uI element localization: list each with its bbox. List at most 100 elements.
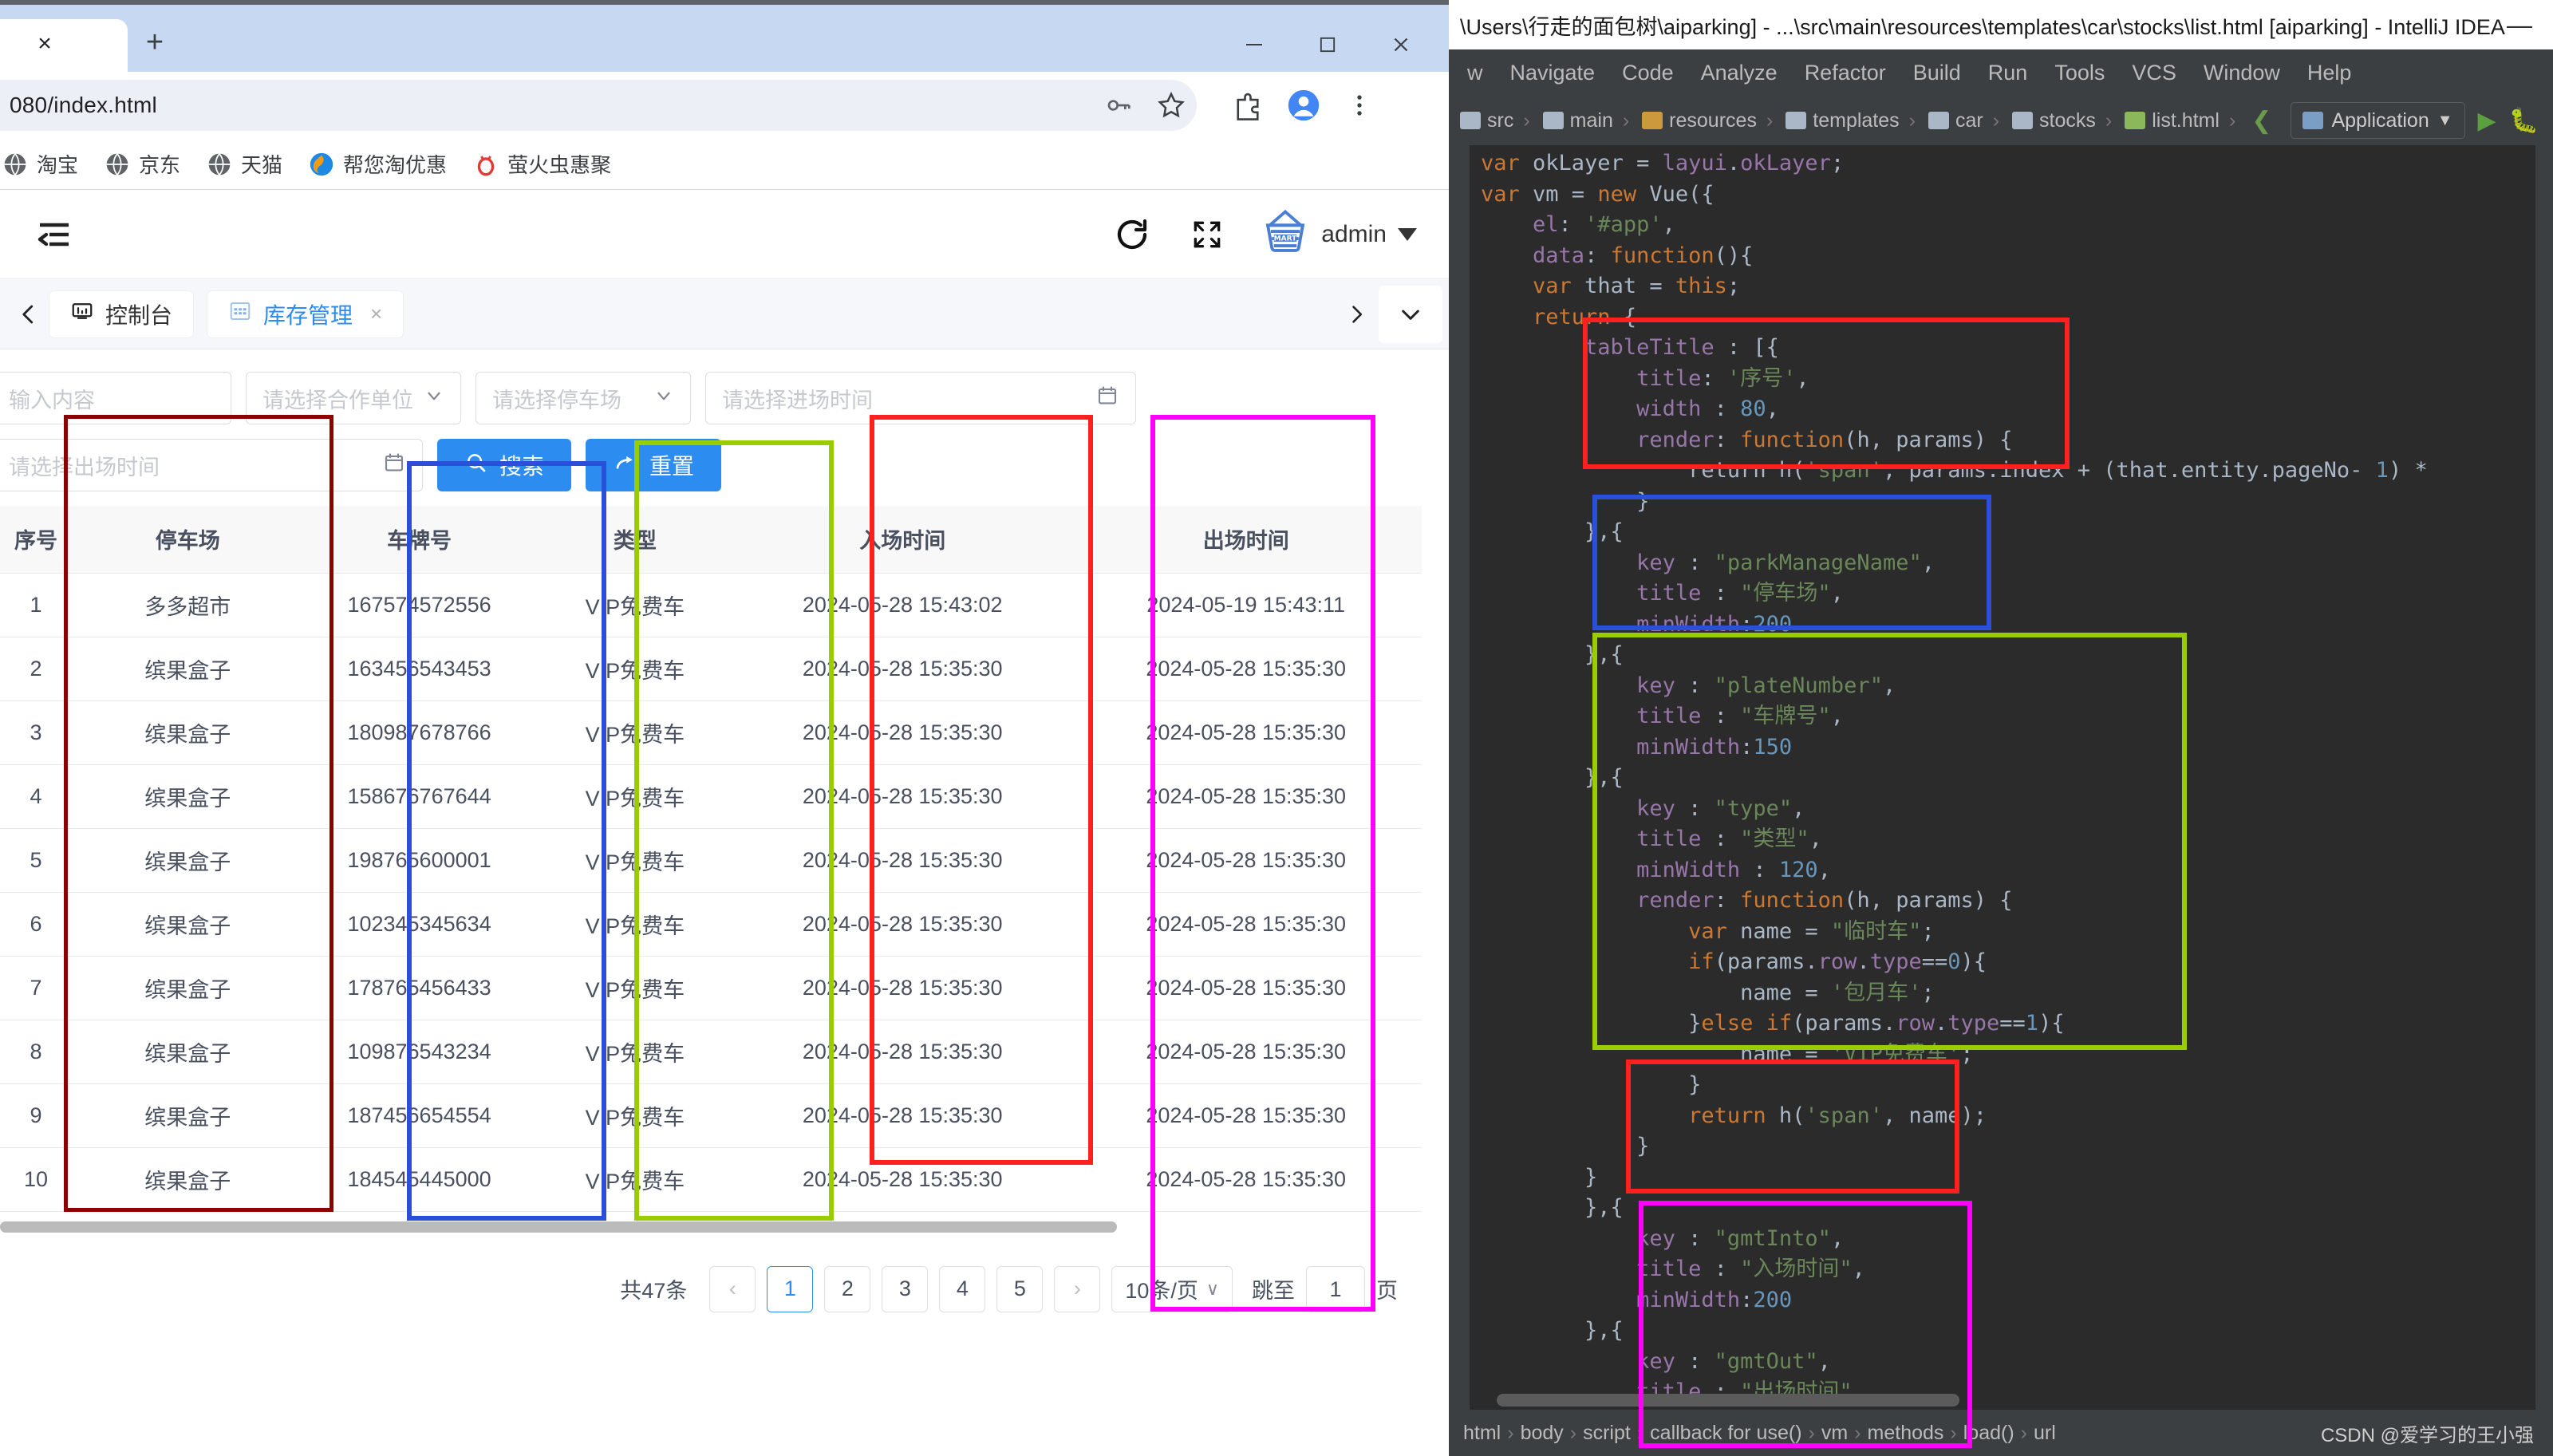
pagination-page-5[interactable]: 5: [996, 1265, 1044, 1312]
menu-item-help[interactable]: Help: [2294, 61, 2366, 85]
reset-button[interactable]: 重置: [586, 439, 722, 491]
tab-console[interactable]: 控制台: [49, 290, 194, 337]
menu-item-analyze[interactable]: Analyze: [1687, 61, 1791, 85]
breadcrumb-resources[interactable]: resources ›: [1637, 109, 1781, 132]
breadcrumb-main[interactable]: main ›: [1538, 109, 1638, 132]
table-horizontal-scrollbar[interactable]: [0, 1216, 1422, 1237]
parking-select-placeholder: 请选择停车场: [492, 388, 621, 412]
status-crumb-methods[interactable]: methods: [1861, 1422, 1951, 1445]
table-row[interactable]: 4 缤果盒子 158676767644 VIP免费车 2024-05-28 15:35:…: [0, 764, 1422, 829]
search-button[interactable]: 搜索: [437, 439, 572, 491]
pagination-page-4[interactable]: 4: [939, 1265, 986, 1312]
search-input[interactable]: 输入内容: [0, 372, 231, 424]
more-icon[interactable]: [1340, 86, 1379, 124]
tabbar-dropdown-icon[interactable]: [1379, 285, 1442, 343]
col-header-gmt-out[interactable]: 出场时间: [1070, 506, 1422, 574]
status-crumb-body[interactable]: body: [1514, 1422, 1570, 1445]
user-menu[interactable]: MART admin: [1261, 207, 1417, 262]
extensions-icon[interactable]: [1229, 86, 1267, 124]
pagination-page-1[interactable]: 1: [767, 1265, 814, 1312]
refresh-icon[interactable]: [1111, 213, 1154, 256]
editor-vertical-scrollbar[interactable]: [2535, 145, 2553, 1410]
exit-time-picker[interactable]: 请选择出场时间: [0, 439, 423, 491]
parking-select[interactable]: 请选择停车场: [475, 372, 691, 424]
breadcrumb-car[interactable]: car ›: [1924, 109, 2007, 132]
collapse-menu-icon[interactable]: [32, 212, 77, 257]
table-row[interactable]: 7 缤果盒子 178765456433 VIP免费车 2024-05-28 15:35:…: [0, 956, 1422, 1020]
tab-close-icon[interactable]: ×: [370, 302, 382, 326]
table-row[interactable]: 5 缤果盒子 198765600001 VIP免费车 2024-05-28 15:35:…: [0, 828, 1422, 893]
menu-item-code[interactable]: Code: [1608, 61, 1687, 85]
table-row[interactable]: 9 缤果盒子 187456654554 VIP免费车 2024-05-28 15:35:…: [0, 1083, 1422, 1148]
tabbar-next-icon[interactable]: [1334, 279, 1379, 349]
maximize-icon[interactable]: [1291, 22, 1364, 67]
tab-close-icon[interactable]: ×: [28, 27, 61, 61]
table-row[interactable]: 6 缤果盒子 102345345634 VIP免费车 2024-05-28 15:35:…: [0, 892, 1422, 957]
debug-icon[interactable]: 🐛: [2509, 107, 2539, 135]
breadcrumb-src[interactable]: src ›: [1455, 109, 1538, 132]
cell-parking: 缤果盒子: [72, 1083, 304, 1148]
menu-item-vcs[interactable]: VCS: [2118, 61, 2190, 85]
col-header-index[interactable]: 序号: [0, 506, 73, 574]
col-header-plate[interactable]: 车牌号: [303, 506, 535, 574]
fullscreen-icon[interactable]: [1186, 213, 1229, 256]
enter-time-picker[interactable]: 请选择进场时间: [705, 372, 1136, 424]
back-arrow-icon[interactable]: ❮: [2243, 107, 2279, 135]
code-line: minWidth : 120,: [1636, 857, 1831, 882]
col-header-gmt-into[interactable]: 入场时间: [734, 506, 1071, 574]
cell-gmt-out: 2024-05-28 15:35:30: [1070, 764, 1422, 829]
pagination-prev[interactable]: ‹: [709, 1265, 756, 1312]
page-size-select[interactable]: 10条/页 ∨: [1111, 1265, 1233, 1312]
table-row[interactable]: 3 缤果盒子 180987678766 VIP免费车 2024-05-28 15:35:…: [0, 700, 1422, 765]
scrollbar-thumb[interactable]: [0, 1221, 1117, 1233]
status-crumb-script[interactable]: script: [1576, 1422, 1637, 1445]
pagination-page-3[interactable]: 3: [882, 1265, 929, 1312]
breadcrumb-list-html[interactable]: list.html ›: [2120, 109, 2243, 132]
menu-item-tools[interactable]: Tools: [2041, 61, 2118, 85]
code-text[interactable]: var okLayer = layui.okLayer; var vm = new…: [1481, 148, 2553, 1435]
col-header-parking[interactable]: 停车场: [72, 506, 304, 574]
pagination-next[interactable]: ›: [1054, 1265, 1101, 1312]
table-row[interactable]: 1 多多超市 167574572556 VIP免费车 2024-05-28 15:43:…: [0, 573, 1422, 637]
run-button[interactable]: ▶: [2478, 107, 2496, 135]
breadcrumb-stocks[interactable]: stocks ›: [2007, 109, 2120, 132]
bookmark-tmall[interactable]: 天猫: [193, 149, 295, 179]
bookmark-youhui[interactable]: 帮您淘优惠: [295, 149, 460, 179]
table-row[interactable]: 10 缤果盒子 184545445000 VIP免费车 2024-05-28 15:35…: [0, 1147, 1422, 1212]
bookmark-taobao[interactable]: 淘宝: [0, 149, 91, 179]
browser-tab[interactable]: [0, 19, 128, 77]
bookmark-jd[interactable]: 京东: [91, 149, 193, 179]
pagination-jump-input[interactable]: 1: [1306, 1265, 1365, 1312]
partner-select[interactable]: 请选择合作单位: [246, 372, 461, 424]
status-crumb-load[interactable]: load(): [1957, 1422, 2021, 1445]
status-crumb-vm[interactable]: vm: [1815, 1422, 1854, 1445]
table-row[interactable]: 2 缤果盒子 163456543453 VIP免费车 2024-05-28 15:35:…: [0, 637, 1422, 701]
pagination-page-2[interactable]: 2: [824, 1265, 871, 1312]
close-icon[interactable]: [1364, 22, 1438, 67]
address-bar[interactable]: 080/index.html: [0, 80, 1197, 131]
tab-inventory-management[interactable]: 库存管理 ×: [207, 290, 404, 337]
tabbar-prev-icon[interactable]: [8, 279, 49, 349]
key-icon[interactable]: [1099, 86, 1138, 124]
star-icon[interactable]: [1152, 86, 1190, 124]
col-header-type[interactable]: 类型: [535, 506, 735, 574]
pagination: 共47条 ‹ 1 2 3 4 5 › 10条/页 ∨ 跳至 1 页: [0, 1237, 1422, 1312]
status-crumb-url[interactable]: url: [2027, 1422, 2062, 1445]
breadcrumb-templates[interactable]: templates ›: [1781, 109, 1924, 132]
minimize-icon[interactable]: —: [2507, 10, 2553, 40]
menu-item-window[interactable]: Window: [2190, 61, 2294, 85]
table-row[interactable]: 8 缤果盒子 109876543234 VIP免费车 2024-05-28 15:35:…: [0, 1020, 1422, 1084]
profile-icon[interactable]: [1284, 86, 1323, 124]
editor-horizontal-scrollbar[interactable]: [1497, 1394, 1959, 1407]
menu-item-navigate[interactable]: Navigate: [1497, 61, 1609, 85]
status-crumb-html[interactable]: html: [1457, 1422, 1507, 1445]
new-tab-button[interactable]: +: [137, 26, 172, 61]
minimize-icon[interactable]: [1217, 22, 1291, 67]
menu-item-view[interactable]: w: [1454, 61, 1497, 85]
run-configuration-selector[interactable]: Application ▼: [2291, 102, 2465, 139]
status-crumb-callback[interactable]: callback for use(): [1643, 1422, 1808, 1445]
menu-item-run[interactable]: Run: [1975, 61, 2042, 85]
menu-item-refactor[interactable]: Refactor: [1791, 61, 1900, 85]
menu-item-build[interactable]: Build: [1900, 61, 1975, 85]
bookmark-yinghuochong[interactable]: 萤火虫惠聚: [460, 149, 624, 179]
